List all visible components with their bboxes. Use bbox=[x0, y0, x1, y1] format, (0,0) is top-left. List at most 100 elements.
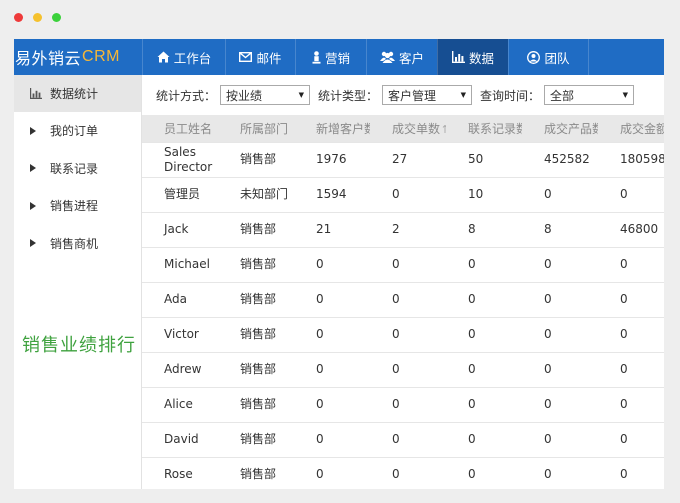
nav-item-marketing[interactable]: 营销 bbox=[295, 39, 366, 75]
column-header-new-customers[interactable]: 新增客户数⇅ bbox=[294, 115, 370, 142]
cell-deals: 0 bbox=[370, 421, 446, 457]
cell-products-sold: 8 bbox=[522, 211, 598, 247]
cell-contact-records: 0 bbox=[446, 386, 522, 422]
sidebar-item-label: 数据统计 bbox=[50, 87, 99, 101]
cell-deals: 0 bbox=[370, 456, 446, 489]
home-icon bbox=[157, 51, 170, 63]
cell-deals: 0 bbox=[370, 281, 446, 317]
cell-deal-amount: 0 bbox=[598, 351, 664, 387]
bar-chart-icon bbox=[30, 88, 46, 99]
cell-deal-amount: 0 bbox=[598, 386, 664, 422]
cell-new-customers: 0 bbox=[294, 386, 370, 422]
nav-item-label: 团队 bbox=[544, 50, 570, 66]
cell-department: 未知部门 bbox=[218, 176, 294, 212]
app-logo[interactable]: 易外销云 CRM bbox=[14, 39, 142, 75]
nav-item-label: 营销 bbox=[324, 50, 350, 66]
cell-contact-records: 0 bbox=[446, 421, 522, 457]
cell-contact-records: 8 bbox=[446, 211, 522, 247]
close-window-button[interactable] bbox=[14, 13, 23, 22]
dropdown-arrow-icon: ▼ bbox=[622, 91, 629, 99]
table-row: Michael 销售部 0 0 0 0 0 bbox=[142, 246, 664, 282]
nav-item-label: 邮件 bbox=[256, 50, 282, 66]
cell-new-customers: 1594 bbox=[294, 176, 370, 212]
cell-employee: Sales Director bbox=[142, 141, 218, 177]
logo-accent-text: CRM bbox=[82, 48, 120, 65]
sidebar-item-sales-progress[interactable]: 销售进程 bbox=[14, 187, 141, 225]
maximize-window-button[interactable] bbox=[52, 13, 61, 22]
cell-new-customers: 21 bbox=[294, 211, 370, 247]
user-circle-icon bbox=[527, 50, 541, 64]
column-header-deals[interactable]: 成交单数⇅ bbox=[370, 115, 446, 142]
cell-new-customers: 0 bbox=[294, 456, 370, 489]
nav-item-data[interactable]: 数据 bbox=[437, 39, 508, 75]
cell-deals: 0 bbox=[370, 351, 446, 387]
sidebar-item-label: 联系记录 bbox=[50, 161, 99, 176]
sidebar-item-data-statistics[interactable]: 数据统计 bbox=[14, 75, 141, 112]
table-row: Ada 销售部 0 0 0 0 0 bbox=[142, 281, 664, 317]
cell-employee: Victor bbox=[142, 316, 218, 352]
browser-window: 易外销云 CRM 工作台 邮件 营销 客户 数据 团队 数据统计 我的订单 联系… bbox=[0, 0, 680, 503]
cell-department: 销售部 bbox=[218, 141, 294, 177]
cell-deal-amount: 0 bbox=[598, 246, 664, 282]
column-header-products-sold[interactable]: 成交产品数⇅ bbox=[522, 115, 598, 142]
table-row: Alice 销售部 0 0 0 0 0 bbox=[142, 386, 664, 422]
cell-contact-records: 10 bbox=[446, 176, 522, 212]
cell-deals: 0 bbox=[370, 246, 446, 282]
cell-department: 销售部 bbox=[218, 456, 294, 489]
cell-employee: Michael bbox=[142, 246, 218, 282]
cell-deal-amount: 0 bbox=[598, 316, 664, 352]
cell-employee: Alice bbox=[142, 386, 218, 422]
table-row: Victor 销售部 0 0 0 0 0 bbox=[142, 316, 664, 352]
cell-employee: Ada bbox=[142, 281, 218, 317]
cell-department: 销售部 bbox=[218, 281, 294, 317]
users-icon bbox=[379, 51, 395, 63]
column-header-deal-amount[interactable]: 成交金额 bbox=[598, 115, 664, 142]
sidebar-item-sales-opportunities[interactable]: 销售商机 bbox=[14, 225, 141, 263]
nav-item-customers[interactable]: 客户 bbox=[366, 39, 437, 75]
column-header-contact-records[interactable]: 联系记录数⇅ bbox=[446, 115, 522, 142]
triangle-right-icon bbox=[30, 201, 46, 210]
type-select-value: 客户管理 bbox=[388, 88, 437, 103]
cell-deal-amount: 0 bbox=[598, 421, 664, 457]
cell-new-customers: 0 bbox=[294, 316, 370, 352]
cell-deals: 0 bbox=[370, 316, 446, 352]
sidebar-item-my-orders[interactable]: 我的订单 bbox=[14, 112, 141, 150]
minimize-window-button[interactable] bbox=[33, 13, 42, 22]
table-row: David 销售部 0 0 0 0 0 bbox=[142, 421, 664, 457]
method-select[interactable]: 按业绩 ▼ bbox=[220, 85, 311, 105]
cell-products-sold: 452582 bbox=[522, 141, 598, 177]
type-select[interactable]: 客户管理 ▼ bbox=[382, 85, 473, 105]
nav-item-workbench[interactable]: 工作台 bbox=[142, 39, 225, 75]
cell-products-sold: 0 bbox=[522, 351, 598, 387]
cell-contact-records: 0 bbox=[446, 281, 522, 317]
cell-products-sold: 0 bbox=[522, 316, 598, 352]
cell-employee: Rose bbox=[142, 456, 218, 489]
nav-item-label: 客户 bbox=[398, 50, 424, 66]
sales-ranking-table: 员工姓名 所属部门 新增客户数⇅ 成交单数⇅ 联系记录数⇅ 成交产品数⇅ 成交金… bbox=[142, 115, 664, 489]
triangle-right-icon bbox=[30, 164, 46, 173]
sidebar-item-contact-records[interactable]: 联系记录 bbox=[14, 150, 141, 188]
sort-icon[interactable]: ⇅ bbox=[442, 123, 446, 136]
nav-item-mail[interactable]: 邮件 bbox=[225, 39, 295, 75]
cell-employee: David bbox=[142, 421, 218, 457]
cell-new-customers: 0 bbox=[294, 421, 370, 457]
nav-item-label: 数据 bbox=[468, 50, 494, 66]
cell-products-sold: 0 bbox=[522, 386, 598, 422]
cell-deals: 0 bbox=[370, 386, 446, 422]
sales-ranking-title: 销售业绩排行 bbox=[22, 335, 136, 356]
crm-app: 易外销云 CRM 工作台 邮件 营销 客户 数据 团队 数据统计 我的订单 联系… bbox=[14, 39, 664, 489]
cell-department: 销售部 bbox=[218, 211, 294, 247]
cell-deal-amount: 180598 bbox=[598, 141, 664, 177]
column-header-department: 所属部门 bbox=[240, 121, 289, 136]
cell-deal-amount: 0 bbox=[598, 456, 664, 489]
time-label: 查询时间： bbox=[480, 88, 541, 103]
cell-products-sold: 0 bbox=[522, 246, 598, 282]
time-select[interactable]: 全部 ▼ bbox=[544, 85, 635, 105]
nav-item-team[interactable]: 团队 bbox=[508, 39, 588, 75]
window-controls bbox=[14, 13, 61, 22]
sidebar-item-label: 我的订单 bbox=[50, 124, 99, 139]
cell-deals: 2 bbox=[370, 211, 446, 247]
cell-deal-amount: 46800 bbox=[598, 211, 664, 247]
sidebar-item-label: 销售进程 bbox=[50, 199, 99, 214]
table-row: Rose 销售部 0 0 0 0 0 bbox=[142, 456, 664, 489]
